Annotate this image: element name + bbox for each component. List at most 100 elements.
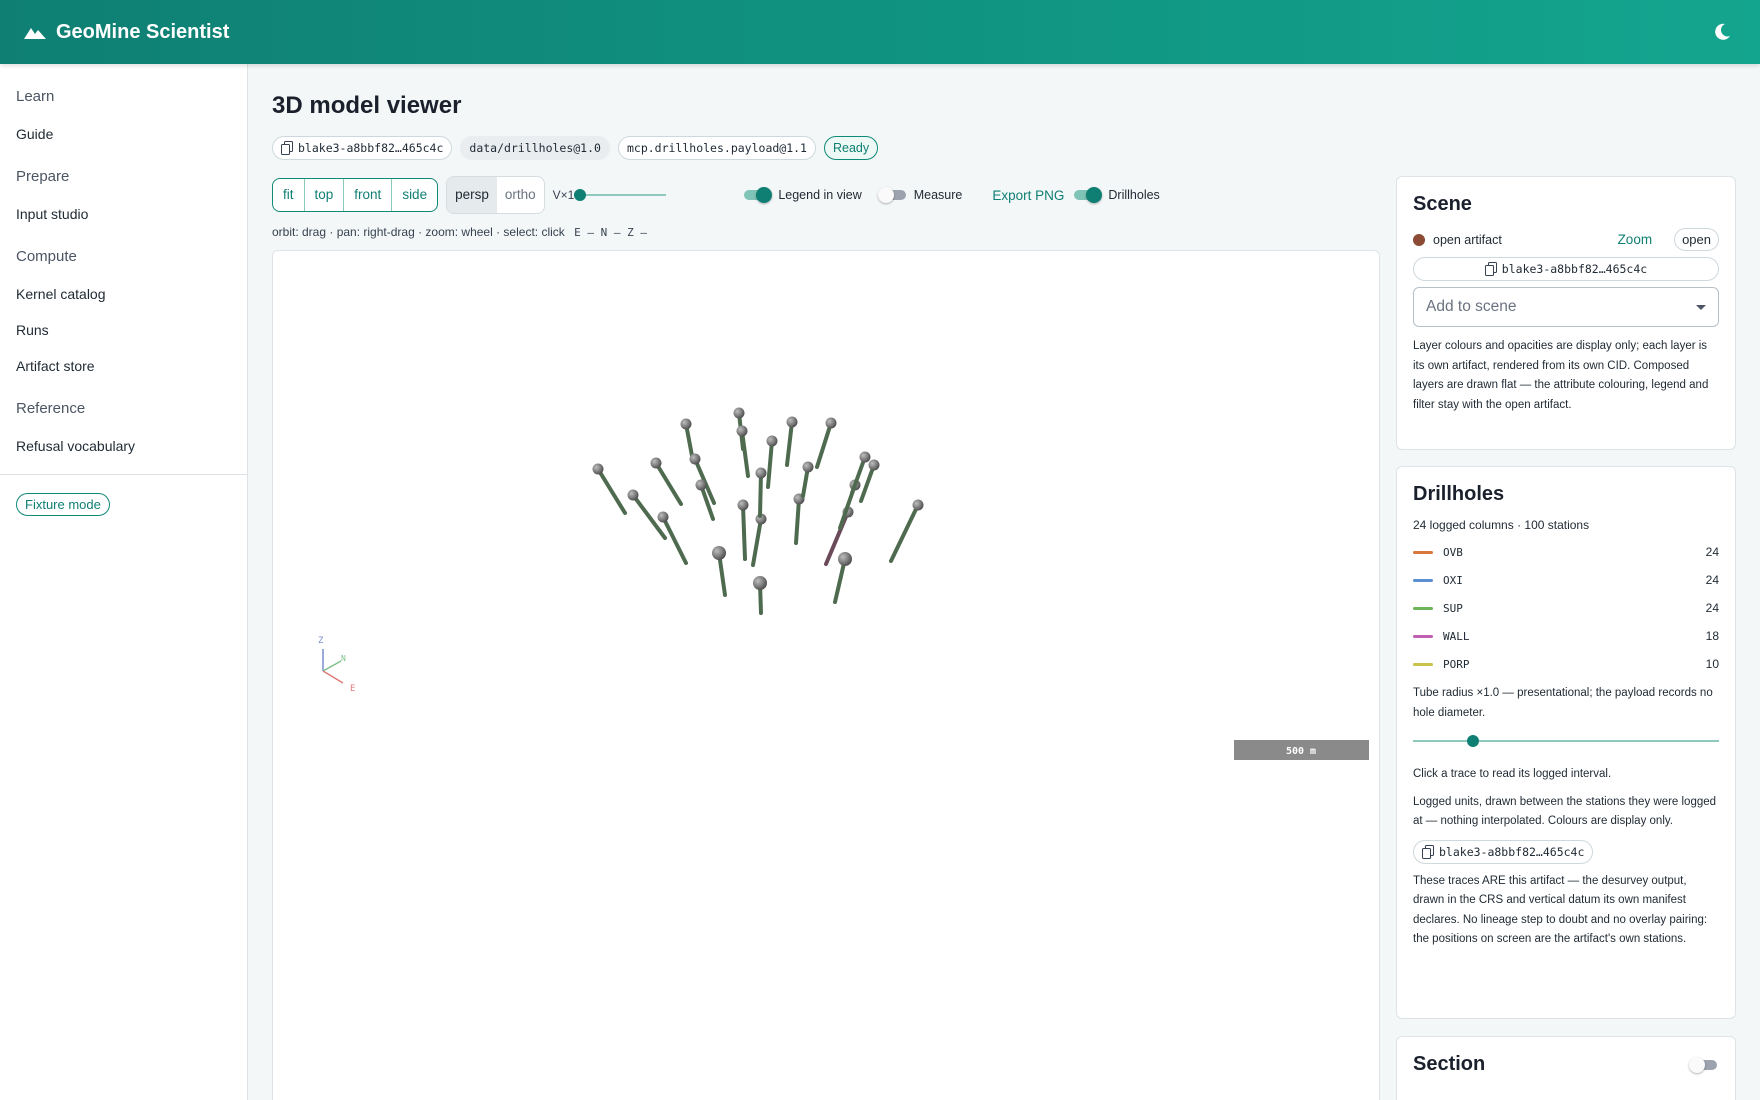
legend-toggle-label: Legend in view bbox=[778, 188, 862, 202]
section-switch[interactable] bbox=[1689, 1056, 1719, 1073]
payload-chip[interactable]: mcp.drillholes.payload@1.1 bbox=[617, 136, 816, 160]
drillholes-panel: Drillholes 24 logged columns · 100 stati… bbox=[1396, 466, 1736, 1019]
nav-item-input-studio[interactable]: Input studio bbox=[16, 196, 231, 232]
nav-item-refusal-vocabulary[interactable]: Refusal vocabulary bbox=[16, 428, 231, 464]
drillhole-collar[interactable] bbox=[802, 461, 814, 473]
copy-icon bbox=[1484, 262, 1497, 276]
drillhole-trace[interactable] bbox=[596, 467, 627, 515]
drillhole-scene[interactable]: Z N E 500 m bbox=[273, 251, 1380, 1100]
3d-viewport[interactable]: Z N E 500 m bbox=[272, 250, 1380, 1100]
dataset-text: data/drillholes@1.0 bbox=[469, 141, 601, 155]
brand[interactable]: GeoMine Scientist bbox=[24, 21, 229, 44]
cid-chip[interactable]: blake3-a8bbf82…465c4c bbox=[272, 136, 453, 160]
tube-radius-slider[interactable] bbox=[1413, 733, 1719, 749]
drillhole-traces[interactable] bbox=[592, 407, 924, 615]
drillhole-trace[interactable] bbox=[766, 439, 774, 489]
nav-heading-reference[interactable]: Reference bbox=[16, 396, 231, 422]
drillhole-collar[interactable] bbox=[733, 407, 745, 419]
legend-row-wall[interactable]: WALL 18 bbox=[1413, 622, 1719, 650]
drillhole-collar[interactable] bbox=[695, 479, 707, 491]
drillhole-trace[interactable] bbox=[751, 517, 763, 567]
section-panel: Section bbox=[1396, 1036, 1736, 1100]
measure-toggle[interactable]: Measure bbox=[877, 187, 962, 203]
axis-z-label: Z bbox=[318, 636, 324, 646]
nav-heading-prepare[interactable]: Prepare bbox=[16, 164, 231, 190]
drillhole-collar[interactable] bbox=[627, 489, 639, 501]
legend-swatch bbox=[1413, 634, 1433, 638]
legend-row-sup[interactable]: SUP 24 bbox=[1413, 594, 1719, 622]
legend-swatch bbox=[1413, 662, 1433, 666]
artifact-chips: blake3-a8bbf82…465c4c data/drillholes@1.… bbox=[272, 136, 879, 160]
legend-row-porp[interactable]: PORP 10 bbox=[1413, 650, 1719, 678]
view-top-button[interactable]: top bbox=[305, 179, 345, 211]
drillhole-collar[interactable] bbox=[736, 425, 748, 437]
drillhole-collar[interactable] bbox=[712, 546, 726, 560]
legend-switch[interactable] bbox=[742, 187, 773, 203]
view-fit-button[interactable]: fit bbox=[273, 179, 305, 211]
legend-count: 24 bbox=[1705, 545, 1719, 559]
radius-slider-knob[interactable] bbox=[1467, 735, 1479, 747]
drillhole-trace[interactable] bbox=[740, 429, 750, 478]
drillhole-collar[interactable] bbox=[825, 417, 837, 429]
drillhole-collar[interactable] bbox=[868, 459, 880, 471]
drillhole-collar[interactable] bbox=[592, 463, 604, 475]
projection-persp-button[interactable]: persp bbox=[447, 177, 497, 213]
drillhole-trace[interactable] bbox=[661, 515, 688, 565]
drillholes-cid-chip[interactable]: blake3-a8bbf82…465c4c bbox=[1413, 839, 1594, 864]
zoom-button[interactable]: Zoom bbox=[1618, 232, 1653, 247]
legend-row-oxi[interactable]: OXI 24 bbox=[1413, 566, 1719, 594]
scene-panel-title: Scene bbox=[1413, 193, 1472, 215]
drillhole-collar[interactable] bbox=[755, 467, 767, 479]
drillhole-collar[interactable] bbox=[657, 511, 669, 523]
projection-ortho-button[interactable]: ortho bbox=[497, 177, 544, 213]
drillhole-collar[interactable] bbox=[859, 451, 871, 463]
drillhole-collar[interactable] bbox=[650, 457, 662, 469]
drillhole-collar[interactable] bbox=[766, 435, 778, 447]
drillhole-collar[interactable] bbox=[912, 499, 924, 511]
measure-switch[interactable] bbox=[877, 187, 908, 203]
artifact-color-swatch[interactable] bbox=[1413, 233, 1425, 246]
nav-heading-learn[interactable]: Learn bbox=[16, 84, 231, 110]
vertical-exaggeration-slider[interactable] bbox=[574, 187, 667, 203]
legend-count: 24 bbox=[1705, 573, 1719, 587]
fixture-mode-button[interactable]: Fixture mode bbox=[16, 493, 110, 516]
dataset-chip[interactable]: data/drillholes@1.0 bbox=[460, 136, 610, 160]
drillholes-panel-title: Drillholes bbox=[1413, 483, 1505, 505]
drillhole-collar[interactable] bbox=[689, 453, 701, 465]
slider-knob[interactable] bbox=[574, 189, 587, 201]
legend-row-ovb[interactable]: OVB 24 bbox=[1413, 538, 1719, 566]
nav-item-guide[interactable]: Guide bbox=[16, 116, 231, 152]
drillhole-trace[interactable] bbox=[741, 503, 747, 561]
drillhole-collar[interactable] bbox=[737, 499, 749, 511]
drillhole-trace[interactable] bbox=[794, 497, 801, 545]
legend-swatch bbox=[1413, 550, 1433, 554]
drillhole-trace[interactable] bbox=[654, 461, 683, 506]
scene-cid-text: blake3-a8bbf82…465c4c bbox=[1501, 262, 1648, 276]
open-button[interactable]: open bbox=[1674, 228, 1719, 251]
add-to-scene-select[interactable]: Add to scene bbox=[1413, 287, 1719, 327]
drillhole-trace[interactable] bbox=[815, 421, 833, 469]
drillhole-trace[interactable] bbox=[785, 420, 794, 467]
view-side-button[interactable]: side bbox=[392, 179, 437, 211]
drillholes-switch[interactable] bbox=[1072, 187, 1103, 203]
nav-item-artifact-store[interactable]: Artifact store bbox=[16, 348, 231, 384]
nav-item-runs[interactable]: Runs bbox=[16, 312, 231, 348]
drillhole-trace[interactable] bbox=[889, 503, 920, 563]
axis-e-label: E bbox=[350, 684, 355, 694]
drillhole-trace[interactable] bbox=[758, 471, 763, 518]
drillhole-collar[interactable] bbox=[680, 418, 692, 430]
view-front-button[interactable]: front bbox=[344, 179, 393, 211]
drillhole-collar[interactable] bbox=[786, 416, 798, 428]
drillhole-collar[interactable] bbox=[753, 576, 767, 590]
legend-toggle[interactable]: Legend in view bbox=[742, 187, 862, 203]
view-buttons: fit top front side bbox=[272, 178, 439, 212]
drillhole-trace[interactable] bbox=[859, 463, 876, 503]
drillhole-collar[interactable] bbox=[838, 552, 852, 566]
nav-item-kernel-catalog[interactable]: Kernel catalog bbox=[16, 276, 231, 312]
theme-toggle-button[interactable] bbox=[1708, 18, 1736, 46]
export-png-button[interactable]: Export PNG bbox=[992, 188, 1064, 203]
section-panel-title: Section bbox=[1413, 1053, 1486, 1075]
nav-heading-compute[interactable]: Compute bbox=[16, 244, 231, 270]
scene-cid-chip[interactable]: blake3-a8bbf82…465c4c bbox=[1413, 257, 1719, 281]
drillholes-toggle[interactable]: Drillholes bbox=[1072, 187, 1160, 203]
